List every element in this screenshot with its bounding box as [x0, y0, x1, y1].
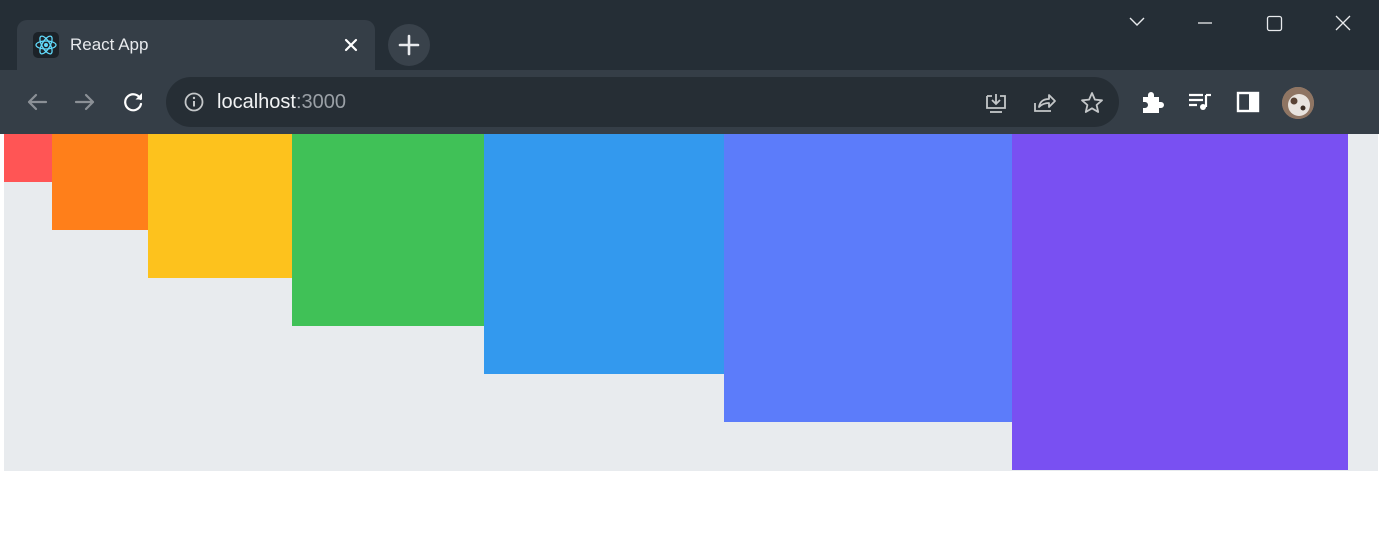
url-port: :3000: [295, 91, 346, 113]
tab-title: React App: [70, 35, 149, 54]
bookmark-star-icon[interactable]: [1078, 89, 1106, 117]
tab-react-app[interactable]: React App: [17, 20, 375, 70]
side-panel-icon[interactable]: [1232, 86, 1264, 118]
profile-avatar[interactable]: [1282, 87, 1314, 119]
share-icon[interactable]: [1030, 89, 1058, 117]
maximize-icon[interactable]: [1251, 6, 1297, 40]
box-indigo: [724, 134, 1012, 422]
url-text: localhost:3000: [217, 91, 346, 114]
forward-arrow-icon[interactable]: [69, 86, 101, 118]
box-violet: [1012, 134, 1348, 470]
minimize-icon[interactable]: [1182, 6, 1228, 40]
box-red: [4, 134, 52, 182]
install-app-icon[interactable]: [982, 89, 1010, 117]
box-blue: [484, 134, 724, 374]
tab-search-chevron-down-icon[interactable]: [1114, 6, 1160, 40]
address-bar[interactable]: localhost:3000: [166, 77, 1119, 127]
close-tab-icon[interactable]: [339, 33, 363, 57]
title-bar: React App: [0, 0, 1379, 70]
react-icon: [33, 32, 59, 58]
new-tab-button[interactable]: [388, 24, 430, 66]
site-info-icon[interactable]: [182, 90, 206, 114]
url-host: localhost: [217, 91, 296, 113]
browser-toolbar: localhost:3000: [0, 70, 1379, 134]
back-arrow-icon[interactable]: [21, 86, 53, 118]
box-green: [292, 134, 484, 326]
page-viewport: [4, 134, 1378, 544]
box-orange: [52, 134, 148, 230]
extensions-puzzle-icon[interactable]: [1137, 86, 1169, 118]
browser-window: React App localhost:3000: [0, 0, 1379, 548]
close-window-icon[interactable]: [1320, 6, 1366, 40]
media-queue-icon[interactable]: [1184, 86, 1216, 118]
box-yellow: [148, 134, 292, 278]
reload-icon[interactable]: [117, 86, 149, 118]
boxes-stage: [4, 134, 1378, 471]
